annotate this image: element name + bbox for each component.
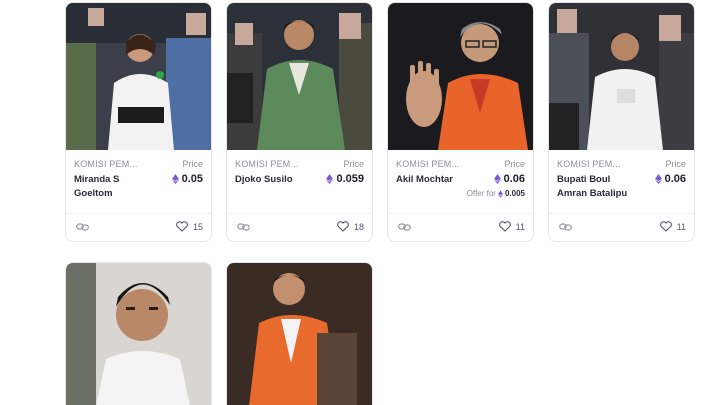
price-label: Price [504,159,525,169]
price-label: Price [182,159,203,169]
nft-grid: KOMISI PEM... Price Miranda S Goeltom 0.… [0,0,719,405]
favorite-count: 11 [676,221,686,232]
divider [66,213,211,214]
price-amount: 0.06 [664,173,686,185]
price-amount: 0.059 [336,173,364,185]
nft-card[interactable] [226,262,373,405]
ethereum-icon [654,174,662,184]
favorite-button[interactable]: 11 [659,221,686,232]
nft-card[interactable]: KOMISI PEM... Price Bupati Boul Amran Ba… [548,2,695,242]
favorite-button[interactable]: 15 [176,221,203,232]
offer-amount: 0.005 [504,189,525,198]
nft-card[interactable]: KOMISI PEM... Price Miranda S Goeltom 0.… [65,2,212,242]
nft-title[interactable]: Bupati Boul Amran Batalipu [557,173,635,201]
nft-image[interactable] [227,263,372,405]
ethereum-icon [171,174,179,184]
price-label: Price [343,159,364,169]
collection-name[interactable]: KOMISI PEM... [557,159,621,169]
link-icon[interactable] [76,222,89,232]
nft-image[interactable] [388,3,533,150]
nft-image[interactable] [66,263,211,405]
ethereum-icon [493,174,501,184]
nft-title[interactable]: Djoko Susilo [235,173,313,187]
link-icon[interactable] [559,222,572,232]
ethereum-icon [497,189,503,198]
nft-card[interactable] [65,262,212,405]
favorite-button[interactable]: 11 [498,221,525,232]
offer-info: Offer for 0.005 [467,189,525,198]
nft-title[interactable]: Akil Mochtar [396,173,474,187]
heart-icon [176,221,188,232]
nft-title[interactable]: Miranda S Goeltom [74,173,152,201]
nft-image[interactable] [549,3,694,150]
price-amount: 0.06 [503,173,525,185]
collection-name[interactable]: KOMISI PEM... [235,159,299,169]
nft-card[interactable]: KOMISI PEM... Price Djoko Susilo 0.059 1… [226,2,373,242]
ethereum-icon [326,174,334,184]
divider [388,213,533,214]
link-icon[interactable] [237,222,250,232]
heart-icon [498,221,511,232]
price-label: Price [665,159,686,169]
nft-image[interactable] [66,3,211,150]
price-value: 0.059 [326,173,364,185]
favorite-count: 11 [515,221,525,232]
divider [227,213,372,214]
favorite-button[interactable]: 18 [337,221,364,232]
favorite-count: 18 [353,221,364,232]
divider [549,213,694,214]
link-icon[interactable] [398,222,411,232]
price-value: 0.06 [493,173,525,185]
price-amount: 0.05 [181,173,203,185]
favorite-count: 15 [192,221,203,232]
nft-card[interactable]: KOMISI PEM... Price Akil Mochtar 0.06 Of… [387,2,534,242]
price-value: 0.06 [654,173,686,185]
collection-name[interactable]: KOMISI PEM... [396,159,460,169]
collection-name[interactable]: KOMISI PEM... [74,159,138,169]
nft-image[interactable] [227,3,372,150]
heart-icon [659,221,672,232]
offer-label: Offer for [466,189,496,198]
heart-icon [337,221,349,232]
price-value: 0.05 [171,173,203,185]
